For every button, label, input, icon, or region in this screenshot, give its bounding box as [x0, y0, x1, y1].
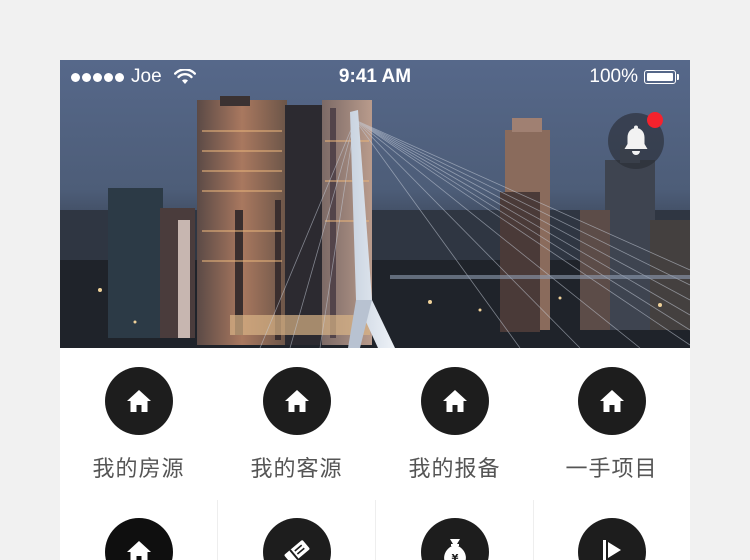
- grid-item-icon: [262, 367, 331, 435]
- bell-icon: [624, 125, 648, 155]
- grid-item-row2-home[interactable]: [60, 518, 217, 560]
- home-icon: [284, 390, 309, 412]
- city-skyline-illustration: [60, 60, 690, 348]
- grid-item-icon: [262, 518, 331, 560]
- money-bag-icon: ¥: [443, 539, 466, 560]
- grid-item-label: 我的房源: [92, 457, 185, 482]
- grid-item-my-reports[interactable]: 我的报备: [376, 367, 533, 483]
- grid-item-row2-money[interactable]: ¥: [376, 518, 533, 560]
- grid-item-icon: [104, 367, 173, 435]
- grid-item-label: 我的报备: [408, 457, 501, 482]
- grid-item-row2-play[interactable]: [533, 518, 690, 560]
- grid-item-icon: ¥: [420, 518, 489, 560]
- app-screen: Joe 9:41 AM 100% 我的房源 我的客源 我的报备 一手项目 ¥: [60, 60, 690, 560]
- hero-banner-image[interactable]: Joe 9:41 AM 100%: [60, 60, 690, 348]
- play-flag-icon: [602, 540, 621, 560]
- grid-item-icon: [577, 518, 646, 560]
- grid-item-label: 一手项目: [565, 457, 658, 482]
- svg-text:¥: ¥: [451, 553, 458, 560]
- notification-badge: [647, 112, 663, 128]
- battery-percent: 100%: [589, 66, 638, 87]
- home-icon: [126, 541, 151, 560]
- grid-item-icon: [420, 367, 489, 435]
- grid-item-icon: [104, 518, 173, 560]
- status-bar: Joe 9:41 AM 100%: [60, 60, 690, 94]
- grid-item-my-listings[interactable]: 我的房源: [60, 367, 217, 483]
- battery-icon: [644, 70, 680, 84]
- ticket-icon: [284, 540, 309, 560]
- home-icon: [126, 390, 151, 412]
- grid-item-label: 我的客源: [250, 457, 343, 482]
- home-icon: [442, 390, 467, 412]
- home-icon: [599, 390, 624, 412]
- status-right: 100%: [589, 66, 680, 88]
- grid-item-row2-ticket[interactable]: [218, 518, 375, 560]
- grid-item-new-projects[interactable]: 一手项目: [533, 367, 690, 483]
- grid-item-my-clients[interactable]: 我的客源: [218, 367, 375, 483]
- grid-item-icon: [577, 367, 646, 435]
